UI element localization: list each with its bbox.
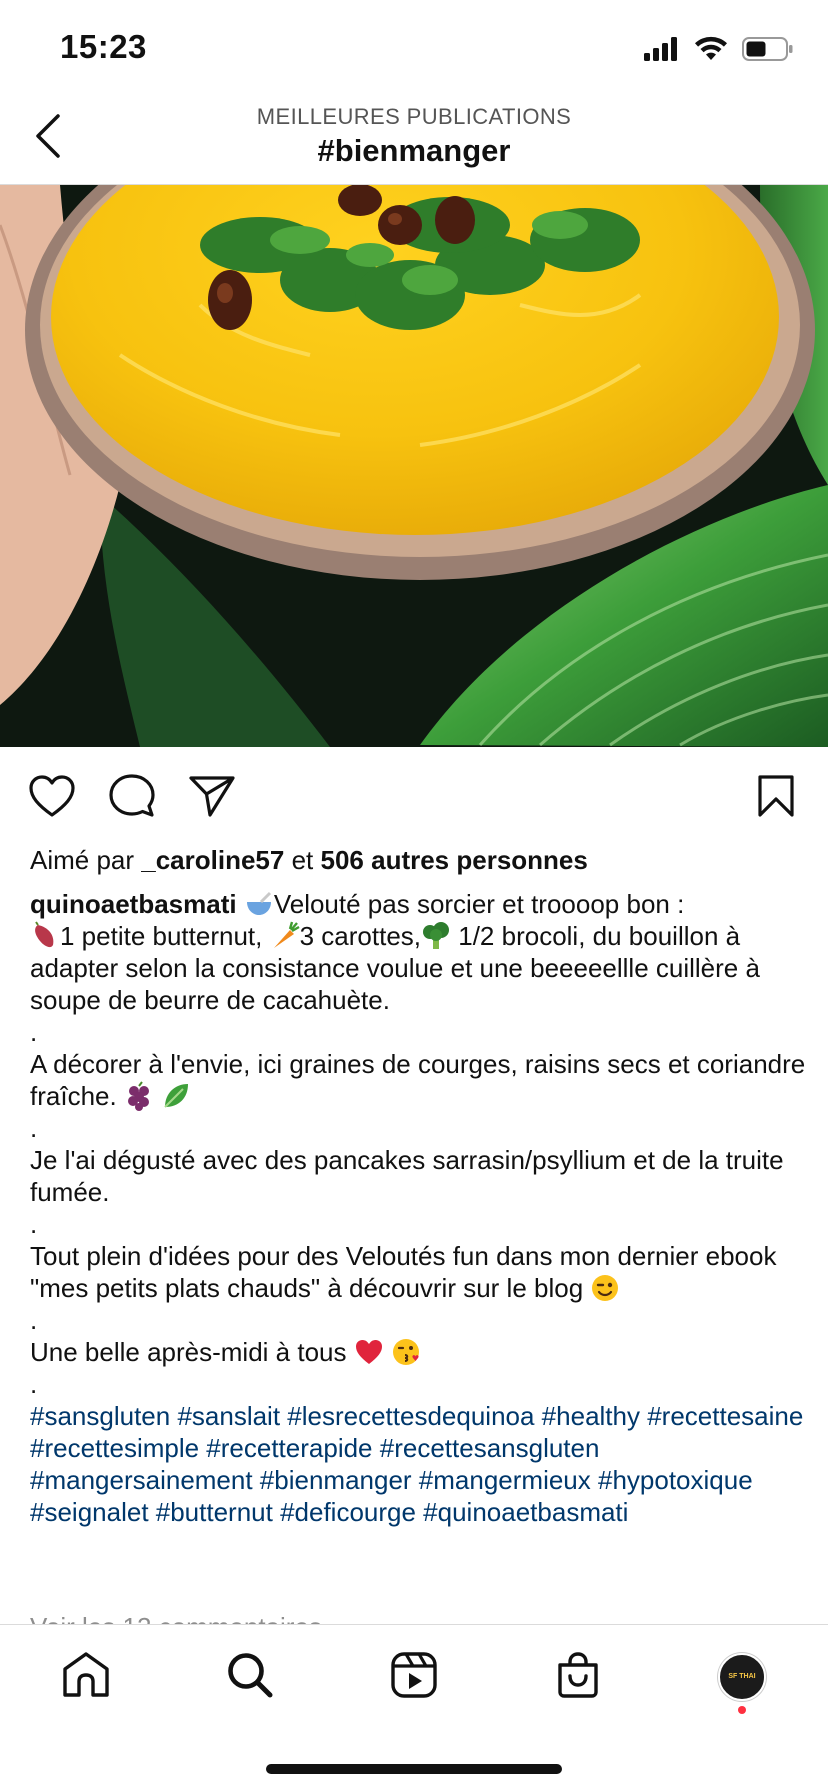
post-actions <box>0 760 828 832</box>
status-bar: 15:23 <box>0 0 828 100</box>
page-title: #bienmanger <box>317 133 511 168</box>
send-icon <box>188 774 236 823</box>
likes-summary[interactable]: Aimé par _caroline57 et 506 autres perso… <box>30 840 588 880</box>
home-icon <box>61 1651 111 1704</box>
page-header: MEILLEURES PUBLICATIONS #bienmanger <box>0 100 828 184</box>
caption-separator: . <box>30 1369 38 1399</box>
kissing-face-emoji-icon <box>391 1337 421 1367</box>
tab-home[interactable] <box>56 1647 116 1707</box>
signal-icon <box>644 37 680 66</box>
shop-icon <box>555 1651 601 1704</box>
bookmark-icon <box>756 774 796 823</box>
notification-dot <box>738 1706 746 1714</box>
avatar: SF THAI <box>718 1653 766 1701</box>
home-indicator[interactable] <box>266 1764 562 1774</box>
tab-profile[interactable]: SF THAI <box>712 1647 772 1707</box>
tab-reels[interactable] <box>384 1647 444 1707</box>
share-button[interactable] <box>186 772 238 824</box>
post-image[interactable] <box>0 185 828 747</box>
heart-icon <box>28 774 76 823</box>
red-heart-emoji-icon <box>354 1337 384 1367</box>
status-time: 15:23 <box>60 28 147 65</box>
battery-icon <box>742 36 794 67</box>
grapes-emoji-icon <box>124 1081 154 1111</box>
comment-icon <box>109 773 155 824</box>
comment-button[interactable] <box>106 772 158 824</box>
caption-separator: . <box>30 1209 38 1239</box>
caption-ingredient1: 1 petite butternut, <box>60 921 263 951</box>
likes-middle: et <box>284 845 321 875</box>
likes-count[interactable]: 506 autres personnes <box>321 845 588 875</box>
reels-icon <box>390 1651 438 1704</box>
search-icon <box>226 1651 274 1704</box>
caption-separator: . <box>30 1305 38 1335</box>
leafy-green-emoji-icon <box>161 1081 191 1111</box>
author-username[interactable]: quinoaetbasmati <box>30 889 237 919</box>
caption-separator: . <box>30 1017 38 1047</box>
likes-prefix: Aimé par <box>30 845 142 875</box>
caption-line1: Velouté pas sorcier et troooop bon : <box>273 889 685 919</box>
bowl-emoji-icon <box>244 889 274 919</box>
caption-para3: Je l'ai dégusté avec des pancakes sarras… <box>30 1145 784 1207</box>
sweet-potato-emoji-icon <box>30 921 60 951</box>
caption-para5: Une belle après-midi à tous <box>30 1337 347 1367</box>
caption-separator: . <box>30 1113 38 1143</box>
status-icons <box>644 36 794 67</box>
tab-search[interactable] <box>220 1647 280 1707</box>
header-subtitle: MEILLEURES PUBLICATIONS <box>256 104 572 129</box>
broccoli-emoji-icon <box>421 921 451 951</box>
avatar-label: SF THAI <box>728 1673 756 1680</box>
save-button[interactable] <box>750 772 802 824</box>
caption-para4: Tout plein d'idées pour des Veloutés fun… <box>30 1241 777 1303</box>
winking-face-emoji-icon <box>590 1273 620 1303</box>
caption-ingredient2: 3 carottes, <box>299 921 422 951</box>
post-caption: quinoaetbasmati Velouté pas sorcier et t… <box>30 888 810 1528</box>
wifi-icon <box>694 36 728 67</box>
liker-username[interactable]: _caroline57 <box>141 845 284 875</box>
carrot-emoji-icon <box>270 921 300 951</box>
tab-shop[interactable] <box>548 1647 608 1707</box>
like-button[interactable] <box>26 772 78 824</box>
caption-hashtags[interactable]: #sansgluten #sanslait #lesrecettesdequin… <box>30 1400 810 1528</box>
